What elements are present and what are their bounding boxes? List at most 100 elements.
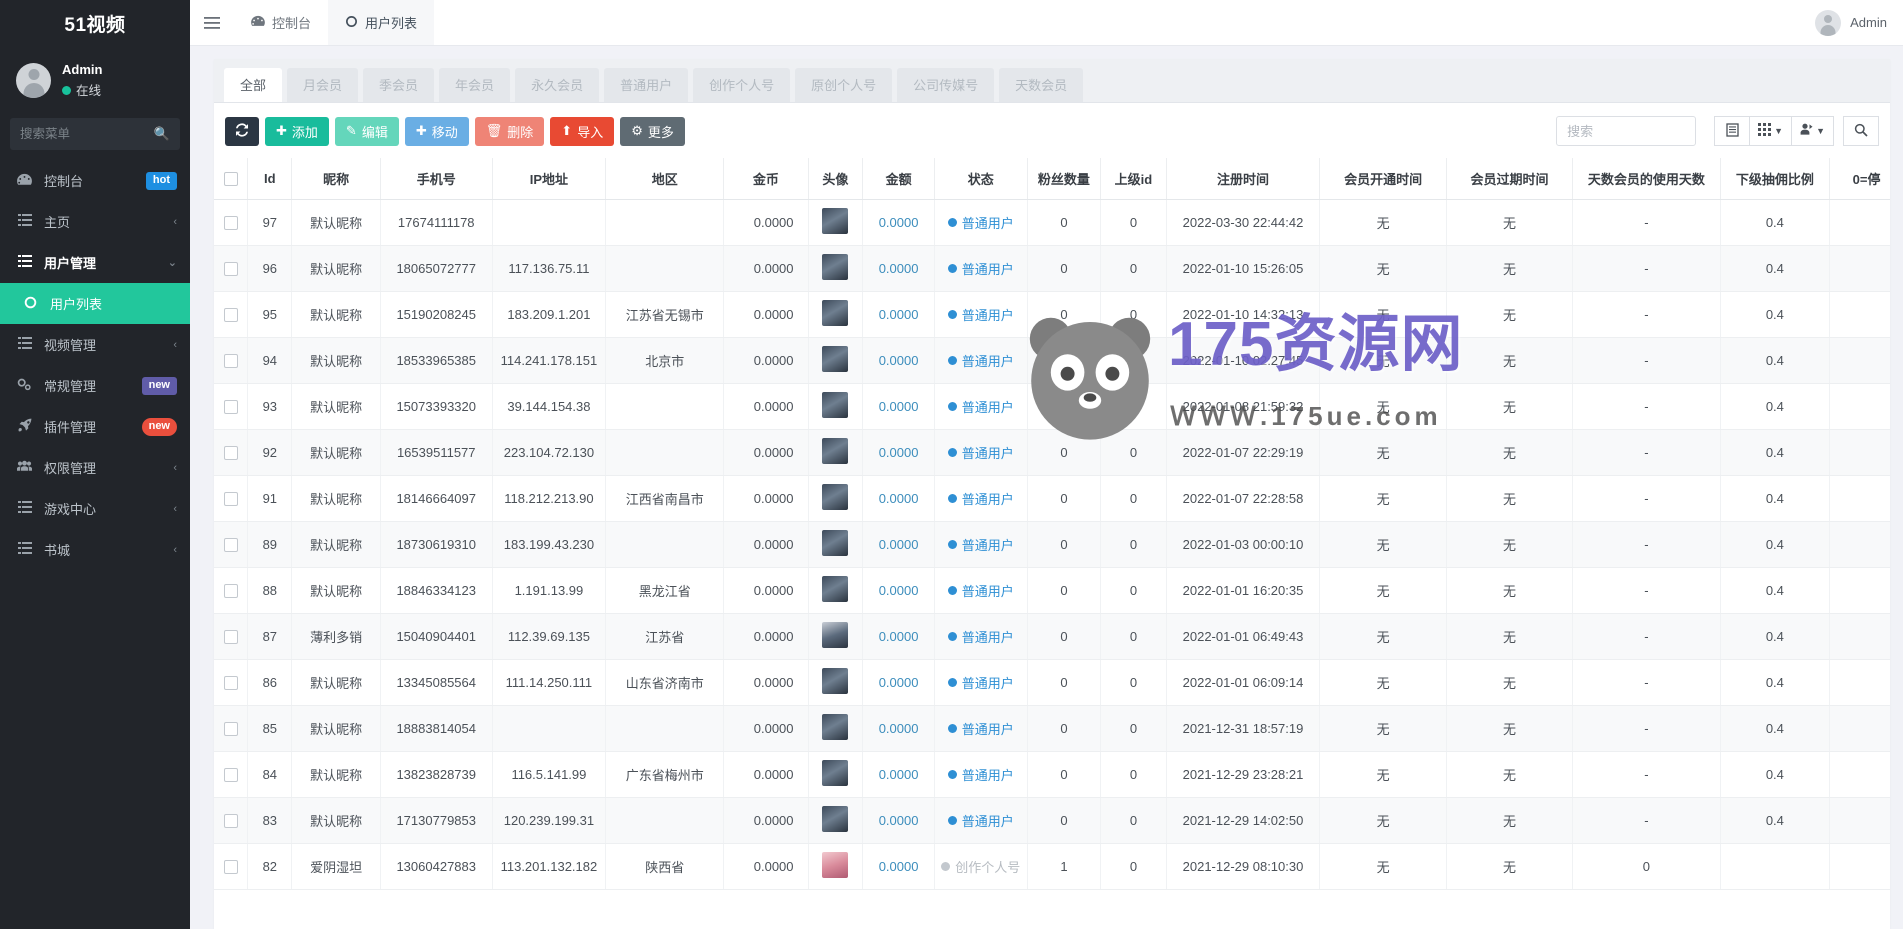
row-checkbox[interactable] — [223, 262, 238, 277]
header-select-all[interactable] — [214, 158, 249, 200]
amount-link[interactable]: 0.0000 — [879, 491, 919, 506]
header-register-time[interactable]: 注册时间 — [1166, 158, 1321, 200]
amount-link[interactable]: 0.0000 — [879, 445, 919, 460]
header-phone[interactable]: 手机号 — [380, 158, 493, 200]
row-checkbox-cell[interactable] — [214, 521, 249, 568]
table-row[interactable]: 97 默认昵称 17674111178 0.0000 0.0000 普通用户 0 0 2022-… — [214, 199, 1890, 246]
avatar-thumbnail[interactable] — [822, 484, 849, 510]
header-amount[interactable]: 金额 — [862, 158, 935, 200]
row-checkbox-cell[interactable] — [214, 659, 249, 706]
row-checkbox-cell[interactable] — [214, 705, 249, 752]
row-checkbox[interactable] — [223, 584, 238, 599]
amount-link[interactable]: 0.0000 — [879, 721, 919, 736]
avatar-thumbnail[interactable] — [822, 530, 849, 556]
amount-link[interactable]: 0.0000 — [879, 629, 919, 644]
amount-link[interactable]: 0.0000 — [879, 215, 919, 230]
select-all-checkbox[interactable] — [223, 172, 238, 187]
header-parent-id[interactable]: 上级id — [1100, 158, 1167, 200]
import-button[interactable]: ⬆ 导入 — [550, 116, 615, 146]
row-checkbox[interactable] — [223, 768, 238, 783]
add-button[interactable]: ✚ 添加 — [265, 116, 329, 146]
avatar-thumbnail[interactable] — [822, 346, 849, 372]
sidebar-item-bookstore[interactable]: 书城 ‹ — [0, 529, 190, 570]
avatar-thumbnail[interactable] — [822, 714, 849, 740]
amount-link[interactable]: 0.0000 — [879, 813, 919, 828]
row-checkbox-cell[interactable] — [214, 613, 249, 660]
row-checkbox[interactable] — [223, 814, 238, 829]
table-row[interactable]: 91 默认昵称 18146664097 118.212.213.90 江西省南昌市 0.0… — [214, 475, 1890, 522]
row-checkbox-cell[interactable] — [214, 567, 249, 614]
avatar-thumbnail[interactable] — [822, 254, 849, 280]
avatar-thumbnail[interactable] — [822, 300, 849, 326]
sidebar-item-video-management[interactable]: 视频管理 ‹ — [0, 324, 190, 365]
row-checkbox-cell[interactable] — [214, 475, 249, 522]
header-member-expire-time[interactable]: 会员过期时间 — [1446, 158, 1574, 200]
row-checkbox-cell[interactable] — [214, 383, 249, 430]
amount-link[interactable]: 0.0000 — [879, 583, 919, 598]
row-checkbox[interactable] — [223, 354, 238, 369]
table-row[interactable]: 83 默认昵称 17130779853 120.239.199.31 0.0000 0.0… — [214, 797, 1890, 844]
avatar-thumbnail[interactable] — [822, 622, 849, 648]
row-checkbox[interactable] — [223, 446, 238, 461]
amount-link[interactable]: 0.0000 — [879, 307, 919, 322]
row-checkbox-cell[interactable] — [214, 797, 249, 844]
tab-dashboard[interactable]: 控制台 — [234, 0, 328, 45]
header-nickname[interactable]: 昵称 — [291, 158, 381, 200]
filter-tab-normal[interactable]: 普通用户 — [604, 68, 689, 102]
edit-button[interactable]: ✎ 编辑 — [334, 116, 399, 146]
sidebar-search[interactable]: 🔍 — [10, 118, 180, 151]
amount-link[interactable]: 0.0000 — [879, 675, 919, 690]
row-checkbox[interactable] — [223, 630, 238, 645]
row-checkbox-cell[interactable] — [214, 245, 249, 292]
columns-toggle-button[interactable]: ▼ — [1750, 116, 1793, 146]
row-checkbox[interactable] — [223, 216, 238, 231]
amount-link[interactable]: 0.0000 — [879, 399, 919, 414]
table-row[interactable]: 82 爱阴湿坦 13060427883 113.201.132.182 陕西省 0.000… — [214, 843, 1890, 890]
delete-button[interactable]: 🗑 删除 — [474, 116, 545, 146]
header-id[interactable]: Id — [247, 158, 293, 200]
amount-link[interactable]: 0.0000 — [879, 767, 919, 782]
header-avatar[interactable]: 头像 — [808, 158, 864, 200]
row-checkbox[interactable] — [223, 676, 238, 691]
filter-tab-all[interactable]: 全部 — [224, 68, 283, 102]
sidebar-item-plugin-management[interactable]: 插件管理 new — [0, 406, 190, 447]
refresh-button[interactable] — [225, 116, 259, 146]
header-day-member-used-days[interactable]: 天数会员的使用天数 — [1572, 158, 1721, 200]
table-row[interactable]: 95 默认昵称 15190208245 183.209.1.201 江苏省无锡市 0.00… — [214, 291, 1890, 338]
row-checkbox-cell[interactable] — [214, 429, 249, 476]
header-commission-rate[interactable]: 下级抽佣比例 — [1720, 158, 1831, 200]
row-checkbox[interactable] — [223, 860, 238, 875]
row-checkbox-cell[interactable] — [214, 291, 249, 338]
avatar-thumbnail[interactable] — [822, 576, 849, 602]
row-checkbox-cell[interactable] — [214, 843, 249, 890]
filter-tab-quarterly[interactable]: 季会员 — [363, 68, 435, 102]
header-member-open-time[interactable]: 会员开通时间 — [1319, 158, 1447, 200]
header-stop-flag[interactable]: 0=停 — [1829, 158, 1890, 200]
table-row[interactable]: 84 默认昵称 13823828739 116.5.141.99 广东省梅州市 0.000… — [214, 751, 1890, 798]
filter-tab-original[interactable]: 原创个人号 — [795, 68, 893, 102]
avatar-thumbnail[interactable] — [822, 852, 849, 878]
header-fans[interactable]: 粉丝数量 — [1027, 158, 1102, 200]
menu-search-input[interactable] — [20, 127, 140, 142]
sidebar-item-general-management[interactable]: 常规管理 new — [0, 365, 190, 406]
more-button[interactable]: ⚙ 更多 — [620, 116, 685, 146]
tab-user-list[interactable]: 用户列表 — [328, 0, 435, 45]
table-row[interactable]: 94 默认昵称 18533965385 114.241.178.151 北京市 0.000… — [214, 337, 1890, 384]
table-row[interactable]: 89 默认昵称 18730619310 183.199.43.230 0.0000 0.0… — [214, 521, 1890, 568]
amount-link[interactable]: 0.0000 — [879, 859, 919, 874]
sidebar-item-home[interactable]: 主页 ‹ — [0, 201, 190, 242]
table-row[interactable]: 85 默认昵称 18883814054 0.0000 0.0000 普通用户 0 0 2021-… — [214, 705, 1890, 752]
sidebar-item-user-management[interactable]: 用户管理 ⌄ — [0, 242, 190, 283]
row-checkbox-cell[interactable] — [214, 337, 249, 384]
row-checkbox-cell[interactable] — [214, 751, 249, 798]
filter-tab-monthly[interactable]: 月会员 — [287, 68, 359, 102]
sidebar-item-dashboard[interactable]: 控制台 hot — [0, 160, 190, 201]
header-coin[interactable]: 金币 — [723, 158, 809, 200]
amount-link[interactable]: 0.0000 — [879, 261, 919, 276]
table-row[interactable]: 96 默认昵称 18065072777 117.136.75.11 0.0000 0.00… — [214, 245, 1890, 292]
amount-link[interactable]: 0.0000 — [879, 537, 919, 552]
sidebar-item-user-list[interactable]: 用户列表 — [0, 283, 190, 325]
row-checkbox[interactable] — [223, 492, 238, 507]
topbar-user-area[interactable]: Admin — [1815, 0, 1903, 45]
move-button[interactable]: ✚ 移动 — [404, 116, 469, 146]
